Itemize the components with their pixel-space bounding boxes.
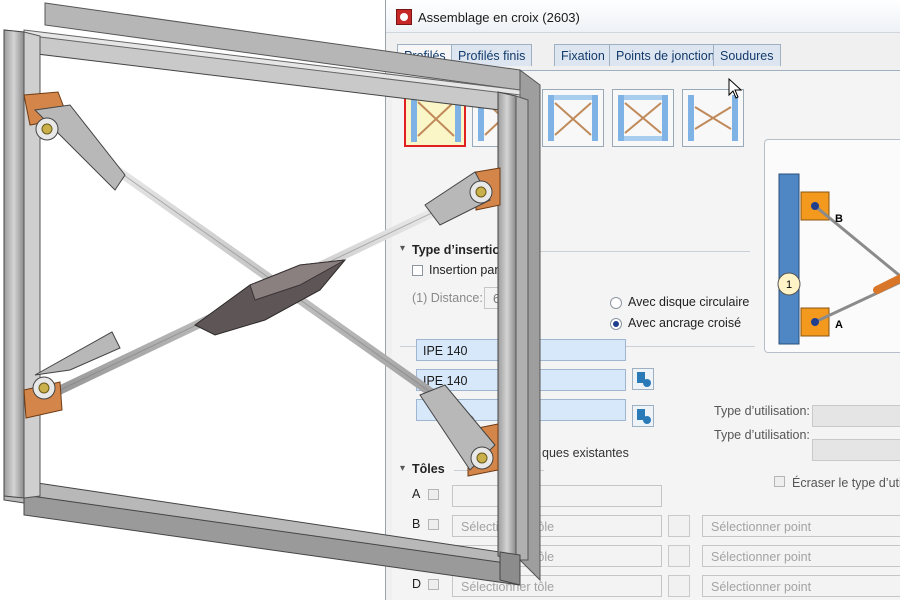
connection-diagram: 1 B A: [777, 173, 900, 345]
cross-anchor-label: Avec ancrage croisé: [628, 316, 742, 330]
overwrite-usage-checkbox[interactable]: [774, 476, 785, 487]
tab-fixation[interactable]: Fixation: [554, 44, 612, 66]
overwrite-usage-label: Écraser le type d’utilis: [792, 476, 900, 490]
connection-preview: 1 B A: [764, 139, 900, 353]
usage-type-field-1[interactable]: [812, 405, 900, 427]
cross-brace-variant-icon: [688, 95, 738, 141]
radio-circular-disc[interactable]: [610, 297, 622, 309]
usage-type-label-1: Type d’utilisation:: [714, 404, 810, 418]
point-field-d[interactable]: Sélectionner point: [702, 575, 900, 597]
preview-number: 1: [786, 279, 792, 291]
profile-catalog-icon[interactable]: [632, 368, 654, 390]
tab-welds[interactable]: Soudures: [713, 44, 781, 66]
circular-disc-label: Avec disque circulaire: [628, 295, 750, 309]
pick-sheet-icon[interactable]: [668, 545, 690, 567]
variant-thumb-4[interactable]: [612, 89, 674, 147]
mouse-cursor-icon: [728, 78, 743, 99]
cross-brace-variant-icon: [618, 95, 668, 141]
usage-type-field-2[interactable]: [812, 439, 900, 461]
point-field-b[interactable]: Sélectionner point: [702, 515, 900, 537]
profile-catalog-icon-2[interactable]: [632, 405, 654, 427]
usage-type-label-2: Type d’utilisation:: [714, 428, 810, 442]
catalog-icon: [637, 372, 651, 387]
tab-junction-points[interactable]: Points de jonction: [609, 44, 722, 66]
steel-frame-3d-model: [3, 2, 541, 586]
preview-label-b: B: [835, 213, 843, 225]
pick-sheet-icon[interactable]: [668, 515, 690, 537]
point-field-c[interactable]: Sélectionner point: [702, 545, 900, 567]
catalog-icon: [637, 409, 651, 424]
preview-label-a: A: [835, 319, 843, 331]
pick-sheet-icon[interactable]: [668, 575, 690, 597]
radio-cross-anchor[interactable]: [610, 318, 622, 330]
